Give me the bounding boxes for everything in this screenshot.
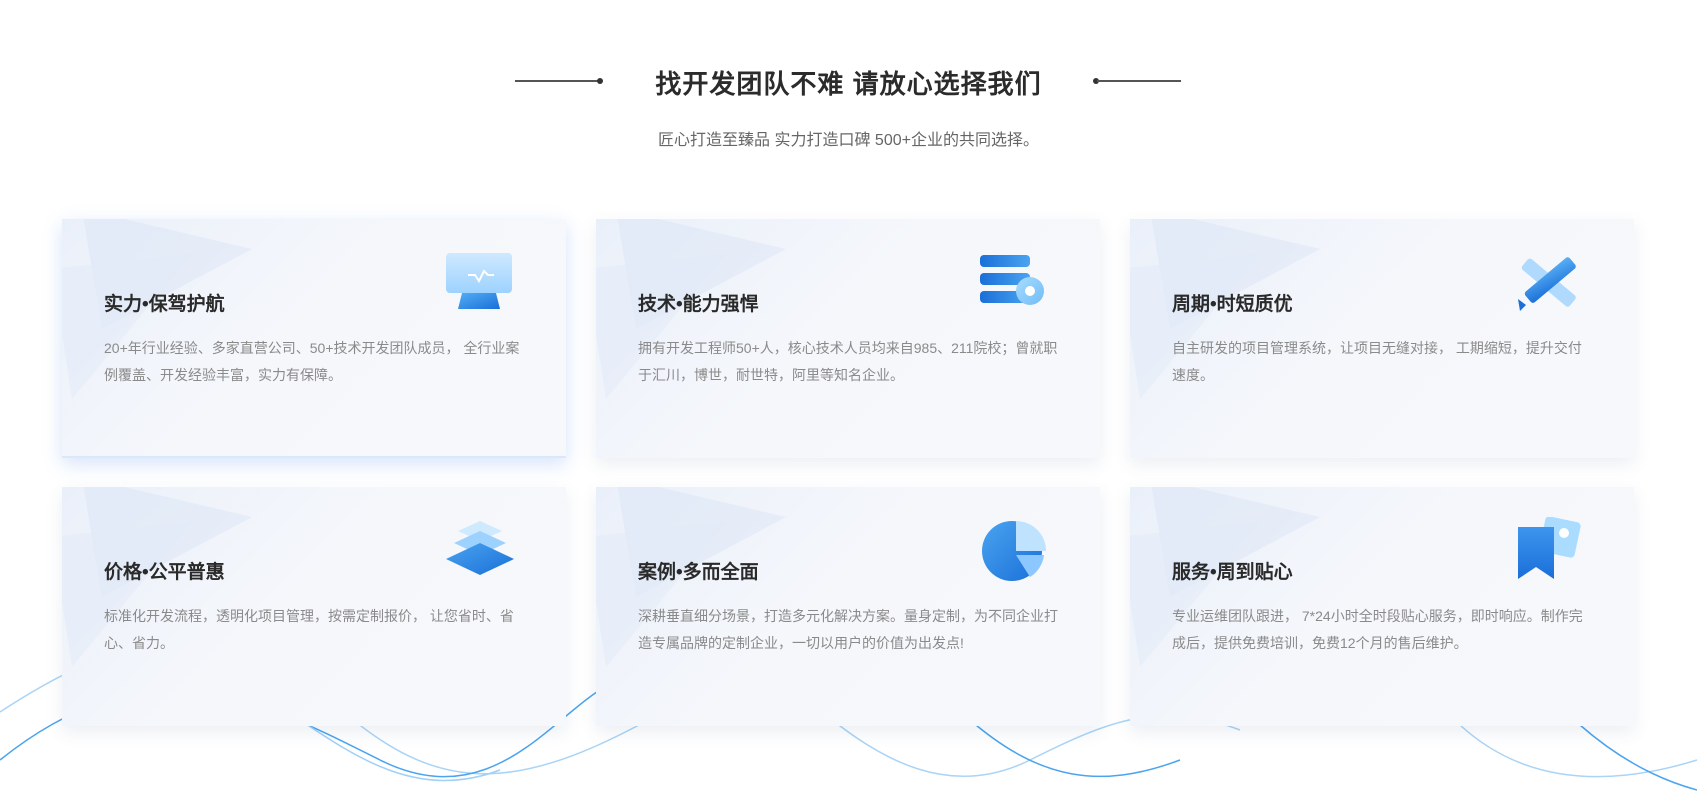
- pie-chart-icon: [982, 521, 1046, 581]
- title-row: 找开发团队不难 请放心选择我们: [0, 62, 1697, 102]
- section-title: 找开发团队不难 请放心选择我们: [655, 69, 1042, 99]
- feature-card-strength[interactable]: 实力•保驾护航 20+年行业经验、多家直营公司、50+技术开发团队成员， 全行业…: [62, 219, 566, 458]
- feature-card-service[interactable]: 服务•周到贴心 专业运维团队跟进， 7*24小时全时段贴心服务，即时响应。制作完…: [1130, 487, 1634, 726]
- title-divider-right: [1097, 80, 1181, 82]
- monitor-icon: [446, 253, 512, 309]
- card-title: 服务•周到贴心: [1172, 562, 1293, 583]
- section-subtitle: 匠心打造至臻品 实力打造口碑 500+企业的共同选择。: [658, 132, 1039, 149]
- card-title: 案例•多而全面: [638, 562, 759, 583]
- card-title: 技术•能力强悍: [638, 294, 759, 315]
- layers-icon: [446, 521, 514, 575]
- card-description: 深耕垂直细分场景，打造多元化解决方案。量身定制，为不同企业打造专属品牌的定制企业…: [638, 608, 1058, 651]
- card-title: 实力•保驾护航: [104, 294, 225, 315]
- feature-card-cases[interactable]: 案例•多而全面 深耕垂直细分场景，打造多元化解决方案。量身定制，为不同企业打造专…: [596, 487, 1100, 726]
- server-gear-icon: [980, 255, 1044, 305]
- bookmark-image-icon: [1518, 517, 1581, 579]
- feature-card-technology[interactable]: 技术•能力强悍 拥有开发工程师50+人，核心技术人员均来自985、211院校；曾…: [596, 219, 1100, 458]
- card-description: 拥有开发工程师50+人，核心技术人员均来自985、211院校；曾就职于汇川，博世…: [638, 340, 1058, 383]
- card-description: 标准化开发流程，透明化项目管理，按需定制报价， 让您省时、省心、省力。: [104, 608, 514, 651]
- feature-card-price[interactable]: 价格•公平普惠 标准化开发流程，透明化项目管理，按需定制报价， 让您省时、省心、…: [62, 487, 566, 726]
- pencil-ruler-icon: [1518, 257, 1576, 311]
- card-description: 专业运维团队跟进， 7*24小时全时段贴心服务，即时响应。制作完成后，提供免费培…: [1172, 608, 1583, 651]
- feature-card-cycle[interactable]: 周期•时短质优 自主研发的项目管理系统，让项目无缝对接， 工期缩短，提升交付速度…: [1130, 219, 1634, 458]
- card-title: 周期•时短质优: [1172, 294, 1293, 315]
- card-title: 价格•公平普惠: [104, 562, 225, 583]
- card-description: 自主研发的项目管理系统，让项目无缝对接， 工期缩短，提升交付速度。: [1172, 340, 1582, 383]
- card-description: 20+年行业经验、多家直营公司、50+技术开发团队成员， 全行业案例覆盖、开发经…: [104, 340, 520, 383]
